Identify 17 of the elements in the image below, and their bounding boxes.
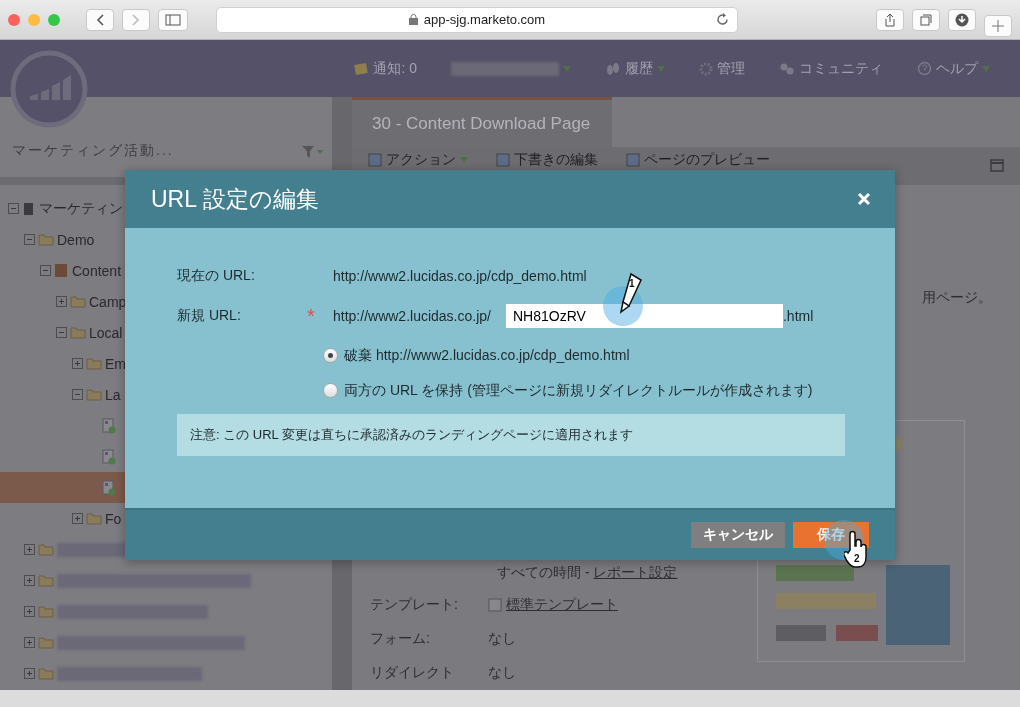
dialog-title: URL 設定の編集 <box>151 184 319 214</box>
field-label: 現在の URL: <box>177 267 256 285</box>
field-label: リダイレクト <box>370 664 455 682</box>
field-label: テンプレート: <box>370 596 459 614</box>
required-mark: * <box>307 304 315 327</box>
field-value: なし <box>488 664 517 682</box>
stats-line: すべての時間 - レポート設定 <box>497 564 678 582</box>
field-value: なし <box>488 630 517 648</box>
step-number: 1 <box>629 278 635 289</box>
field-label: フォーム: <box>370 630 431 648</box>
current-url: http://www2.lucidas.co.jp/cdp_demo.html <box>333 268 587 284</box>
step-number: 2 <box>854 553 860 564</box>
notice-message: 注意: この URL 変更は直ちに承認済みのランディングページに適用されます <box>177 414 845 456</box>
url-suffix: .html <box>782 308 814 324</box>
field-label: 新規 URL: <box>177 307 242 325</box>
url-prefix: http://www2.lucidas.co.jp/ <box>333 308 491 324</box>
page-description: 用ページ。 <box>922 289 992 307</box>
